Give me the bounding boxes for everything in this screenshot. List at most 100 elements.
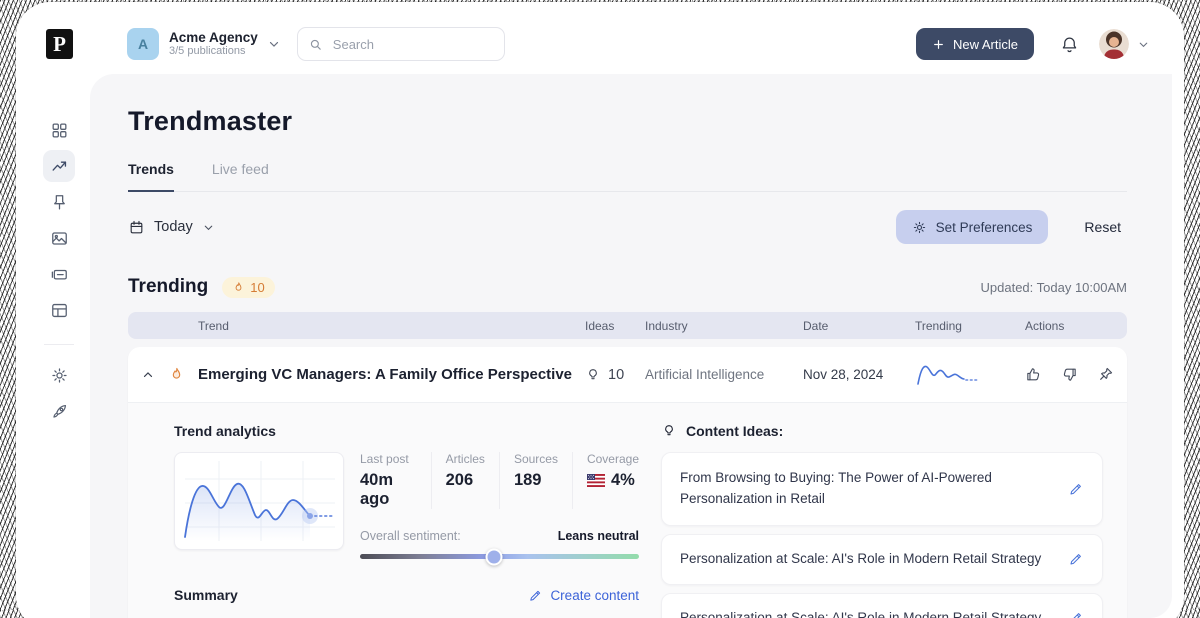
user-avatar[interactable]	[1099, 29, 1129, 59]
content-ideas-heading: Content Ideas:	[686, 423, 784, 439]
tab-trends[interactable]: Trends	[128, 161, 174, 192]
thumbs-down-icon[interactable]	[1061, 366, 1078, 383]
trend-expanded-detail: Trend analytics Last post 40m ago Articl…	[128, 402, 1127, 618]
trending-heading: Trending	[128, 276, 209, 297]
workspace-meta: 3/5 publications	[169, 45, 246, 58]
content-idea-card[interactable]: From Browsing to Buying: The Power of AI…	[661, 452, 1103, 526]
dashboard-grid-icon	[50, 121, 69, 140]
sentiment-slider[interactable]	[360, 548, 639, 565]
image-icon	[50, 229, 69, 248]
workspace-switcher[interactable]: A Acme Agency 3/5 publications	[127, 28, 281, 60]
sidebar	[28, 74, 90, 618]
notifications-bell-icon[interactable]	[1060, 35, 1079, 54]
edit-pencil-icon[interactable]	[1068, 481, 1084, 497]
trend-row-card: Emerging VC Managers: A Family Office Pe…	[128, 347, 1127, 618]
sidebar-item-pinned[interactable]	[43, 186, 75, 218]
new-article-button[interactable]: New Article	[915, 28, 1034, 60]
user-menu-chevron-icon[interactable]	[1137, 38, 1150, 51]
main-panel: Trendmaster Trends Live feed Today Set P…	[90, 74, 1172, 618]
collapse-chevron-icon[interactable]	[128, 368, 168, 382]
top-bar: P A Acme Agency 3/5 publications New Art…	[28, 14, 1172, 74]
search-box[interactable]	[296, 27, 505, 61]
stat-articles: Articles 206	[446, 452, 500, 509]
gear-icon	[50, 366, 69, 385]
lightbulb-icon	[585, 367, 601, 383]
sentiment-label: Overall sentiment:	[360, 529, 461, 543]
create-content-link[interactable]: Create content	[528, 588, 639, 603]
search-input[interactable]	[330, 35, 475, 53]
updated-timestamp: Updated: Today 10:00AM	[980, 279, 1127, 295]
trend-industry: Artificial Intelligence	[645, 367, 765, 382]
column-ideas: Ideas	[585, 318, 615, 333]
us-flag-icon	[586, 474, 605, 487]
workspace-avatar: A	[127, 28, 159, 60]
sidebar-item-trends[interactable]	[43, 150, 75, 182]
column-industry: Industry	[645, 318, 688, 333]
content-idea-title: Personalization at Scale: AI's Role in M…	[680, 550, 1042, 566]
pushpin-icon[interactable]	[1097, 366, 1114, 383]
publication-logo: P	[46, 29, 73, 59]
trend-sparkline	[915, 362, 1025, 388]
column-trending: Trending	[915, 318, 962, 333]
lightbulb-icon	[661, 423, 677, 439]
card-icon	[50, 265, 69, 284]
thumbs-up-icon[interactable]	[1025, 366, 1042, 383]
trend-row-header[interactable]: Emerging VC Managers: A Family Office Pe…	[128, 347, 1127, 402]
sidebar-item-settings[interactable]	[43, 359, 75, 391]
tab-bar: Trends Live feed	[128, 161, 1127, 192]
trending-count: 10	[250, 279, 265, 295]
trend-title: Emerging VC Managers: A Family Office Pe…	[198, 366, 573, 383]
edit-pencil-icon[interactable]	[1068, 551, 1084, 567]
edit-pencil-icon[interactable]	[1068, 610, 1084, 618]
set-preferences-button[interactable]: Set Preferences	[895, 210, 1049, 244]
table-header: Trend Ideas Industry Date Trending Actio…	[128, 312, 1127, 339]
stat-last-post: Last post 40m ago	[360, 452, 432, 509]
tab-live-feed[interactable]: Live feed	[212, 161, 269, 191]
sentiment-thumb[interactable]	[485, 548, 503, 565]
summary-heading: Summary	[174, 587, 238, 603]
sentiment-value: Leans neutral	[557, 529, 639, 543]
sidebar-item-layout[interactable]	[43, 294, 75, 326]
pencil-icon	[528, 588, 543, 603]
reset-button[interactable]: Reset	[1078, 218, 1127, 236]
search-icon	[308, 37, 323, 52]
flame-icon	[168, 366, 198, 383]
content-idea-card[interactable]: Personalization at Scale: AI's Role in M…	[661, 533, 1103, 585]
chevron-down-icon	[202, 221, 215, 234]
content-ideas-column: Content Ideas: From Browsing to Buying: …	[655, 423, 1103, 618]
stat-coverage: Coverage 4%	[586, 452, 639, 489]
date-filter-dropdown[interactable]: Today	[128, 219, 215, 236]
date-filter-value: Today	[154, 219, 193, 235]
layout-icon	[50, 301, 69, 320]
sidebar-item-launch[interactable]	[43, 395, 75, 427]
ideas-count: 10	[608, 366, 625, 383]
column-date: Date	[803, 318, 829, 333]
plus-icon	[932, 38, 945, 51]
column-trend: Trend	[198, 318, 229, 333]
new-article-label: New Article	[952, 36, 1018, 52]
trending-arrow-icon	[50, 157, 69, 176]
set-preferences-label: Set Preferences	[935, 219, 1033, 235]
trend-date: Nov 28, 2024	[803, 367, 884, 382]
app-window: P A Acme Agency 3/5 publications New Art…	[28, 14, 1172, 618]
gear-icon	[912, 220, 927, 235]
stat-sources: Sources 189	[514, 452, 573, 509]
sidebar-divider	[44, 344, 74, 345]
trend-analytics-chart	[174, 452, 344, 550]
trend-stats: Last post 40m ago Articles 206 Sources 1…	[360, 452, 639, 509]
rocket-icon	[50, 402, 69, 421]
page-title: Trendmaster	[128, 106, 293, 136]
sidebar-item-media[interactable]	[43, 222, 75, 254]
content-idea-card[interactable]: Personalization at Scale: AI's Role in M…	[661, 592, 1103, 618]
chevron-down-icon	[267, 37, 281, 51]
sidebar-item-cards[interactable]	[43, 258, 75, 290]
analytics-column: Trend analytics Last post 40m ago Articl…	[174, 423, 639, 618]
pin-icon	[50, 193, 69, 212]
flame-icon	[232, 281, 245, 294]
analytics-heading: Trend analytics	[174, 423, 276, 439]
content-idea-title: Personalization at Scale: AI's Role in M…	[680, 609, 1042, 618]
sidebar-item-dashboard[interactable]	[43, 114, 75, 146]
calendar-icon	[128, 219, 145, 236]
content-idea-title: From Browsing to Buying: The Power of AI…	[680, 470, 992, 506]
trending-count-badge: 10	[222, 276, 275, 298]
